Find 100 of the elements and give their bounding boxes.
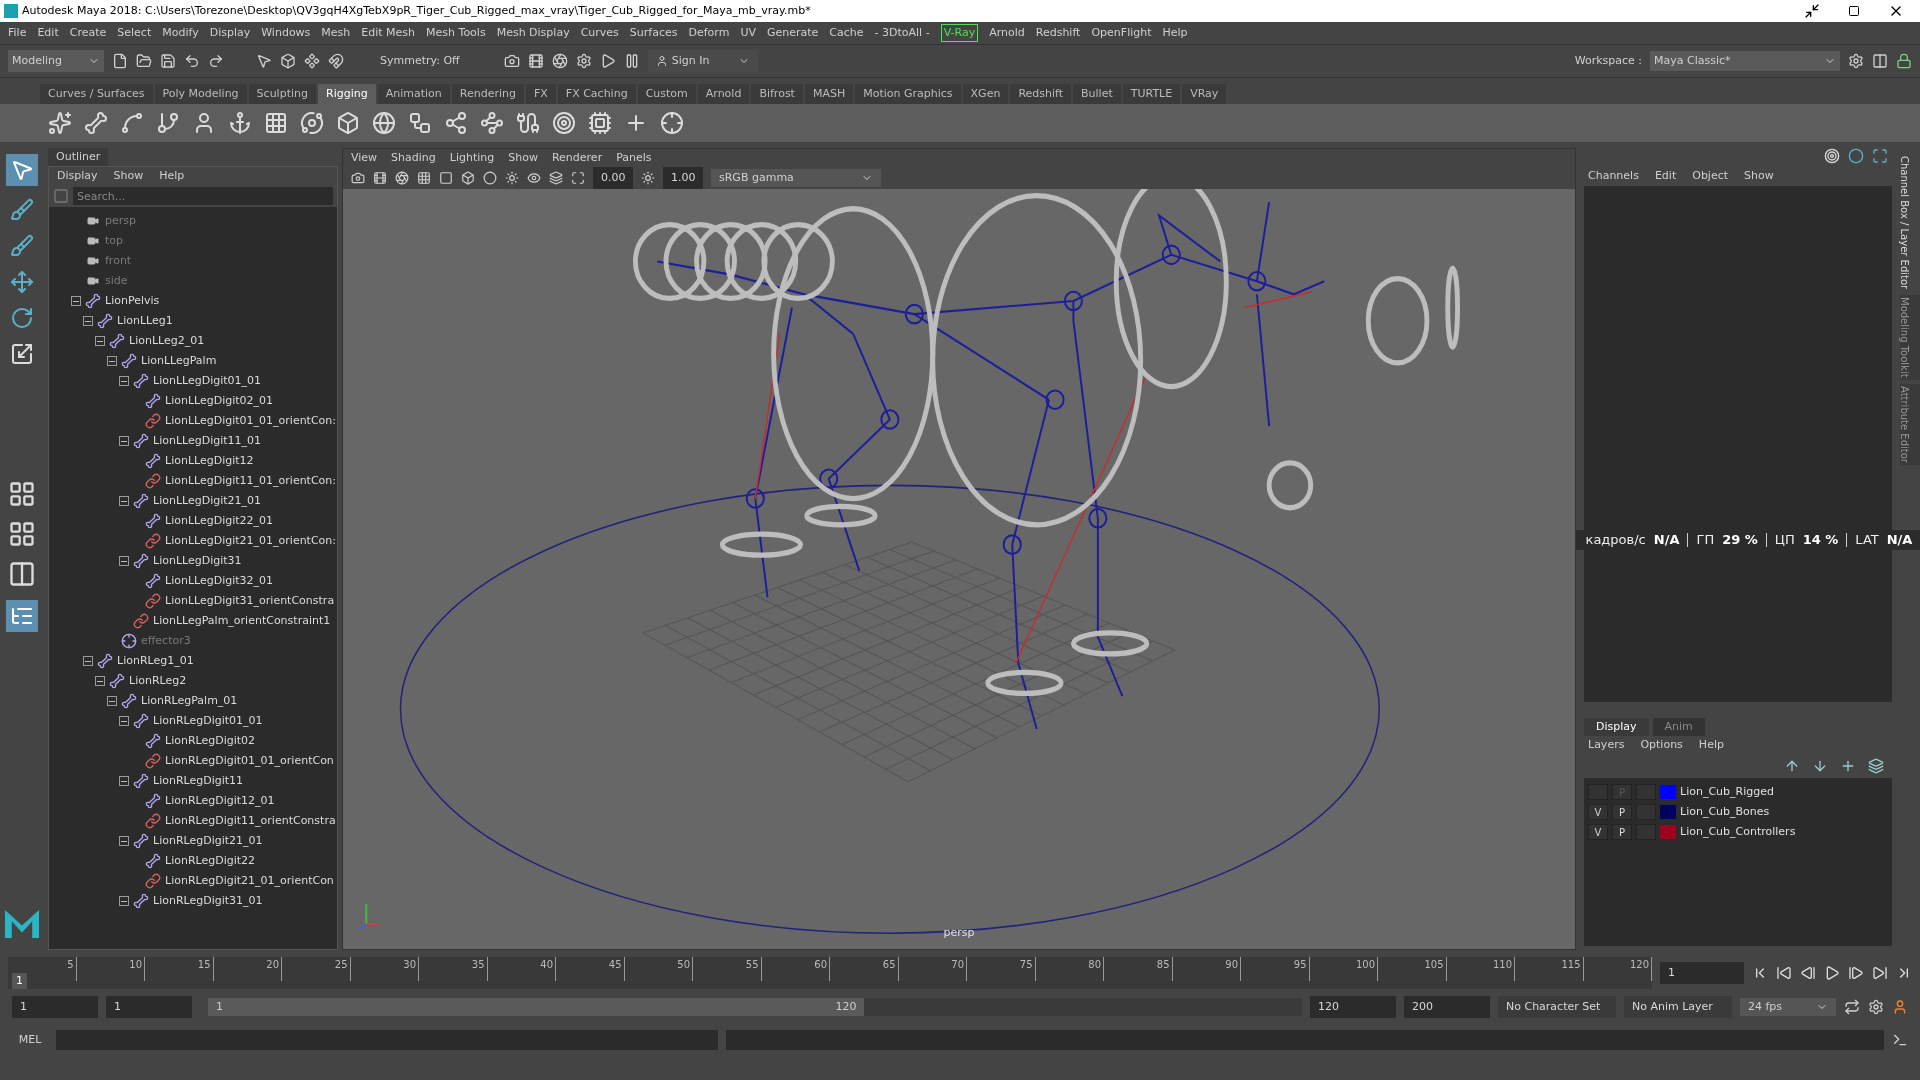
- outliner-item[interactable]: LionLLegDigit12: [165, 452, 254, 470]
- outliner-item[interactable]: LionRLeg1_01: [117, 652, 194, 670]
- menu-item[interactable]: Show: [113, 167, 144, 185]
- play-icon[interactable]: [1824, 965, 1840, 981]
- outliner-item[interactable]: LionLLegDigit31_orientConstra: [165, 592, 335, 610]
- shelf-tab[interactable]: FX Caching: [557, 84, 636, 104]
- outliner-item[interactable]: LionLLegDigit11_01: [153, 432, 262, 450]
- character-set-field[interactable]: No Character Set: [1498, 996, 1616, 1018]
- panel-menu-item[interactable]: Show: [508, 149, 538, 167]
- waypoints-icon[interactable]: [480, 111, 504, 135]
- branch-icon[interactable]: [156, 111, 180, 135]
- shelf-tab[interactable]: Redshift: [1010, 84, 1072, 104]
- settings-icon[interactable]: [1848, 53, 1864, 69]
- exposure-field[interactable]: 0.00: [593, 167, 633, 189]
- menu-item[interactable]: UV: [740, 24, 756, 42]
- outliner-item[interactable]: LionLLegPalm_orientConstraint1: [153, 612, 331, 630]
- menu-item[interactable]: Curves: [580, 24, 619, 42]
- shelf-tab[interactable]: Custom: [637, 84, 696, 104]
- shelf-tab[interactable]: Rigging: [318, 84, 376, 104]
- outliner-item[interactable]: LionLLegDigit31: [153, 552, 242, 570]
- shelf-tab[interactable]: VRay: [1182, 84, 1227, 104]
- outliner-item[interactable]: side: [105, 272, 128, 290]
- shelf-tab[interactable]: Bifrost: [751, 84, 803, 104]
- layer-tab[interactable]: Display: [1584, 718, 1649, 736]
- sun-icon[interactable]: [505, 171, 519, 185]
- layer-color-swatch[interactable]: [1660, 825, 1676, 839]
- step-back-frame-icon[interactable]: [1800, 965, 1816, 981]
- spline-icon[interactable]: [120, 111, 144, 135]
- film-icon[interactable]: [373, 171, 387, 185]
- menu-item[interactable]: Help: [1162, 24, 1188, 42]
- step-back-key-icon[interactable]: [1776, 965, 1792, 981]
- menu-item[interactable]: Options: [1640, 736, 1683, 754]
- outliner-item[interactable]: LionLLeg1: [117, 312, 173, 330]
- visibility-toggle[interactable]: V: [1588, 804, 1608, 820]
- four-pane-icon[interactable]: [8, 520, 36, 548]
- select-tool-button[interactable]: [6, 154, 38, 186]
- collapse-toggle[interactable]: [71, 296, 81, 306]
- side-tab[interactable]: Modeling Toolkit: [1900, 295, 1920, 380]
- script-editor-icon[interactable]: [1892, 1032, 1908, 1048]
- menu-item[interactable]: Layers: [1588, 736, 1625, 754]
- aperture-icon[interactable]: [395, 171, 409, 185]
- outliner-item[interactable]: LionLLegDigit01_01_orientCon:: [165, 412, 337, 430]
- layer-tab[interactable]: Anim: [1652, 718, 1705, 736]
- outliner-item[interactable]: LionRLegDigit22: [165, 852, 256, 870]
- frame-icon[interactable]: [571, 171, 585, 185]
- layers-icon[interactable]: [549, 171, 563, 185]
- color-space-dropdown[interactable]: sRGB gamma: [711, 169, 881, 187]
- playback-toggle[interactable]: P: [1612, 804, 1632, 820]
- menu-item[interactable]: Edit: [1654, 167, 1677, 185]
- command-input-field[interactable]: [56, 1030, 718, 1050]
- menu-item[interactable]: Select: [117, 24, 152, 42]
- playback-toggle[interactable]: P: [1612, 824, 1632, 840]
- anchor-icon[interactable]: [228, 111, 252, 135]
- script-language-label[interactable]: MEL: [12, 1031, 48, 1049]
- layer-name[interactable]: Lion_Cub_Rigged: [1680, 783, 1774, 801]
- shelf-tab[interactable]: Motion Graphics: [855, 84, 961, 104]
- shelf-tab[interactable]: FX: [525, 84, 556, 104]
- cube-icon[interactable]: [336, 111, 360, 135]
- gamma-field[interactable]: 1.00: [663, 167, 703, 189]
- shelf-tab[interactable]: Curves / Surfaces: [40, 84, 153, 104]
- panel-menu-item[interactable]: View: [351, 149, 378, 167]
- collapse-toggle[interactable]: [83, 316, 93, 326]
- layer-color-swatch[interactable]: [1660, 805, 1676, 819]
- panel-menu-item[interactable]: Renderer: [551, 149, 603, 167]
- outliner-item[interactable]: LionRLegDigit01_01: [153, 712, 263, 730]
- menu-item[interactable]: Modify: [162, 24, 199, 42]
- shelf-tab[interactable]: Rendering: [451, 84, 524, 104]
- fps-dropdown[interactable]: 24 fps: [1740, 998, 1836, 1016]
- visibility-toggle[interactable]: V: [1588, 824, 1608, 840]
- collapse-toggle[interactable]: [119, 436, 129, 446]
- settings-icon[interactable]: [575, 53, 592, 69]
- menu-item[interactable]: Generate: [766, 24, 819, 42]
- camera-icon[interactable]: [503, 53, 520, 69]
- chip-icon[interactable]: [588, 111, 612, 135]
- magnet-icon[interactable]: [328, 53, 344, 69]
- target-icon[interactable]: [552, 111, 576, 135]
- pointer-icon[interactable]: [256, 53, 272, 69]
- two-pane-icon[interactable]: [8, 560, 36, 588]
- current-frame-field[interactable]: 1: [1660, 962, 1744, 984]
- collapse-toggle[interactable]: [119, 496, 129, 506]
- menu-item[interactable]: Display: [57, 167, 98, 185]
- menu-item[interactable]: Display: [209, 24, 251, 42]
- share-icon[interactable]: [444, 111, 468, 135]
- search-field[interactable]: Search...: [73, 187, 333, 205]
- move-layer-up-icon[interactable]: [1784, 758, 1800, 774]
- shelf-tab[interactable]: Animation: [377, 84, 450, 104]
- folder-icon[interactable]: [136, 53, 152, 69]
- symmetry-dropdown[interactable]: Symmetry: Off: [376, 52, 464, 70]
- menu-item[interactable]: Redshift: [1035, 24, 1081, 42]
- grid-icon[interactable]: [264, 111, 288, 135]
- playback-end-field[interactable]: 120: [1310, 996, 1396, 1018]
- panel-menu-item[interactable]: Panels: [616, 149, 652, 167]
- panel-menu-item[interactable]: Shading: [391, 149, 436, 167]
- maximize-icon[interactable]: [1848, 5, 1860, 17]
- outliner-item[interactable]: LionRLegDigit01_01_orientCon: [165, 752, 334, 770]
- outliner-item[interactable]: persp: [105, 212, 136, 230]
- outliner-item[interactable]: LionRLegPalm_01: [141, 692, 238, 710]
- outliner-item[interactable]: LionLLegDigit21_01: [153, 492, 262, 510]
- camera-icon[interactable]: [351, 171, 365, 185]
- crosshair-icon[interactable]: [660, 111, 684, 135]
